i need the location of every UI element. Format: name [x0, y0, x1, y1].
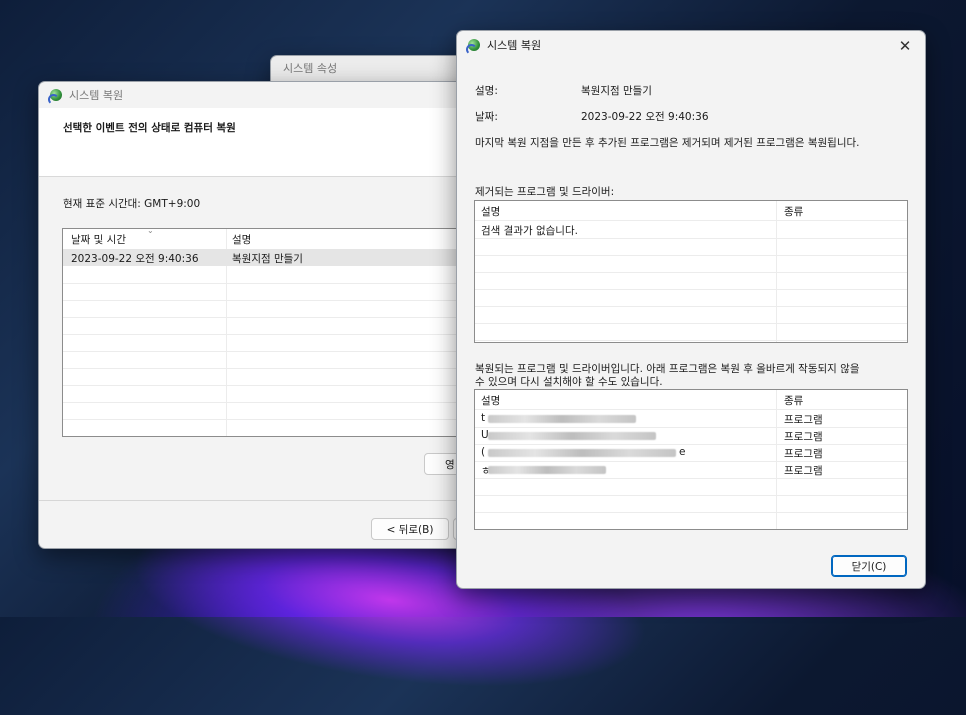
redacted-program-name [488, 415, 636, 423]
close-button[interactable]: 닫기(C) [831, 555, 907, 577]
restored-program-type: 프로그램 [784, 414, 823, 426]
restore-note: 마지막 복원 지점을 만든 후 추가된 프로그램은 제거되며 제거된 프로그램은… [475, 137, 860, 149]
system-restore-icon [466, 38, 481, 55]
close-icon[interactable]: ✕ [895, 37, 915, 55]
description-value: 복원지점 만들기 [581, 85, 652, 97]
restore-point-date: 2023-09-22 오전 9:40:36 [71, 253, 199, 265]
system-restore-wizard: 시스템 복원 선택한 이벤트 전의 상태로 컴퓨터 복원 현재 표준 시간대: … [38, 81, 480, 549]
timezone-label: 현재 표준 시간대: GMT+9:00 [63, 198, 201, 210]
restore-point-row[interactable]: 2023-09-22 오전 9:40:36 복원지점 만들기 [63, 249, 479, 266]
restored-program-type: 프로그램 [784, 465, 823, 477]
restored-programs-title-line2: 수 있으며 다시 설치해야 할 수도 있습니다. [475, 376, 663, 388]
wizard-header-panel: 선택한 이벤트 전의 상태로 컴퓨터 복원 [39, 108, 479, 177]
system-restore-icon [48, 88, 63, 105]
restored-program-row[interactable]: ㅎ 프로그램 [475, 461, 907, 479]
dialog-title: 시스템 복원 [487, 39, 542, 52]
redacted-program-name [488, 466, 606, 474]
restored-program-row[interactable]: ( e 프로그램 [475, 444, 907, 462]
column-header-description[interactable]: 설명 [232, 232, 251, 247]
dialog-titlebar[interactable]: 시스템 복원 [457, 31, 925, 59]
wizard-titlebar[interactable]: 시스템 복원 [39, 82, 479, 108]
date-label: 날짜: [475, 111, 498, 123]
removed-programs-list[interactable]: 설명 종류 검색 결과가 없습니다. [474, 200, 908, 343]
system-properties-titlebar[interactable]: 시스템 속성 [271, 56, 471, 80]
wizard-title: 시스템 복원 [69, 89, 124, 102]
system-properties-title: 시스템 속성 [283, 62, 338, 75]
restored-program-type: 프로그램 [784, 448, 823, 460]
restored-program-row[interactable]: U 프로그램 [475, 427, 907, 445]
restored-programs-list[interactable]: 설명 종류 t 프로그램 U 프로그램 ( e 프로그램 ㅎ 프로그램 [474, 389, 908, 530]
removed-empty-row: 검색 결과가 없습니다. [475, 221, 907, 239]
wizard-heading: 선택한 이벤트 전의 상태로 컴퓨터 복원 [63, 122, 236, 134]
description-label: 설명: [475, 85, 498, 97]
back-button[interactable]: < 뒤로(B) [371, 518, 449, 540]
wizard-footer-divider [39, 500, 479, 501]
restore-points-list[interactable]: 날짜 및 시간 ⌄ 설명 2023-09-22 오전 9:40:36 복원지점 … [62, 228, 479, 437]
restored-program-row[interactable]: t 프로그램 [475, 410, 907, 428]
affected-programs-dialog: 시스템 복원 ✕ 설명: 복원지점 만들기 날짜: 2023-09-22 오전 … [456, 30, 926, 589]
restore-point-description: 복원지점 만들기 [232, 253, 303, 265]
removed-empty-text: 검색 결과가 없습니다. [481, 225, 578, 237]
redacted-program-name [488, 432, 656, 440]
date-value: 2023-09-22 오전 9:40:36 [581, 111, 709, 123]
removed-programs-title: 제거되는 프로그램 및 드라이버: [475, 186, 615, 198]
redacted-program-name [488, 449, 676, 457]
column-header-date[interactable]: 날짜 및 시간 ⌄ [71, 229, 154, 247]
sort-chevron-icon: ⌄ [147, 228, 154, 235]
restored-program-type: 프로그램 [784, 431, 823, 443]
